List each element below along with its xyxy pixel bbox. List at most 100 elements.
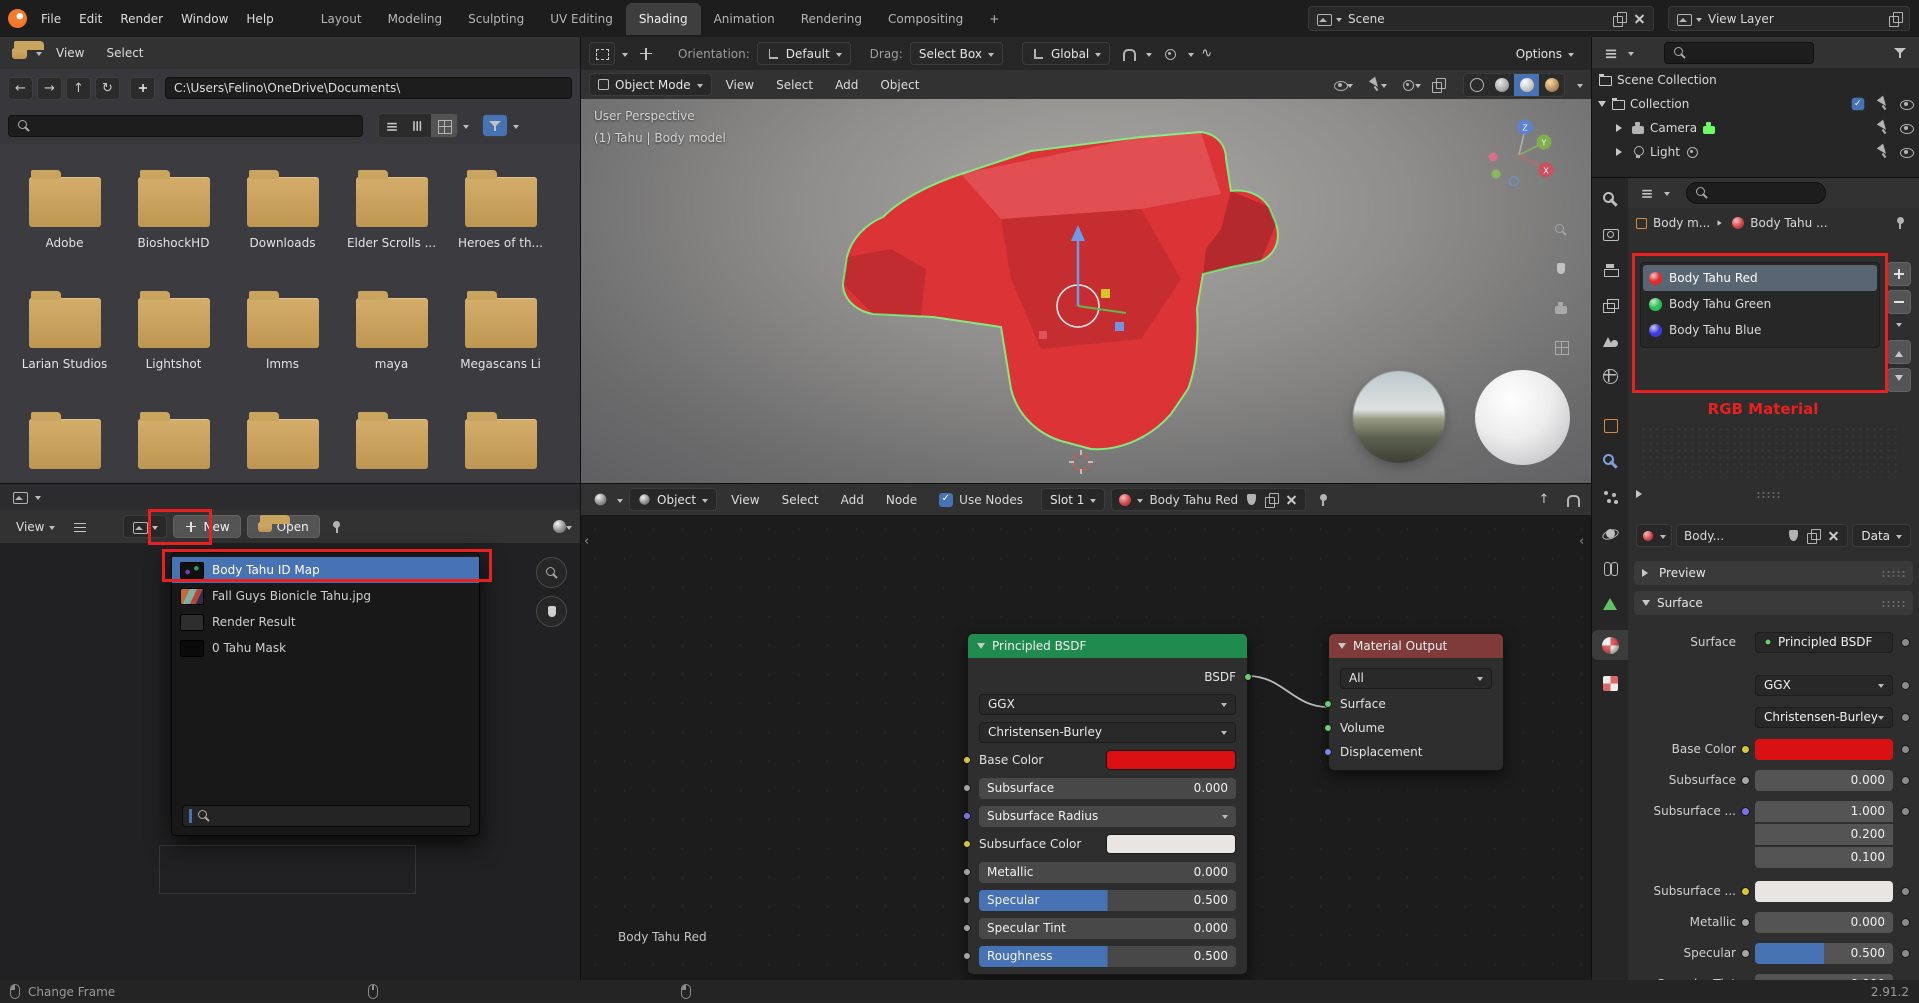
hide-toggle-icon[interactable]	[1899, 145, 1914, 159]
material-datablock-field[interactable]: Body Tahu Red	[1111, 488, 1307, 511]
image-search-field[interactable]	[182, 805, 471, 827]
image-list-item[interactable]: 0 Tahu Mask	[172, 635, 479, 661]
shader-view-menu[interactable]: View	[723, 489, 767, 511]
selectable-toggle-icon[interactable]	[1875, 145, 1889, 159]
editor-type-image-icon[interactable]	[8, 486, 30, 508]
copy-material-icon[interactable]	[1806, 529, 1821, 544]
drag-grip[interactable]	[1881, 599, 1905, 607]
base-color-swatch[interactable]	[1106, 750, 1236, 770]
blender-logo-icon[interactable]	[8, 9, 27, 28]
tab-tool-properties[interactable]	[1592, 184, 1628, 214]
tab-modifier-properties[interactable]	[1592, 446, 1628, 476]
tab-output-properties[interactable]	[1592, 255, 1628, 285]
filter-settings-chevron[interactable]	[513, 124, 519, 132]
surface-panel-header[interactable]: Surface	[1634, 591, 1913, 615]
node-material-output[interactable]: Material Output All Surface Volume Displ…	[1324, 633, 1504, 771]
fake-user-shield-icon[interactable]	[1244, 493, 1258, 507]
specular-slider[interactable]: Specular 0.500	[979, 889, 1236, 911]
menu-render[interactable]: Render	[112, 8, 171, 30]
subsurface-radius-dropdown[interactable]: Subsurface Radius	[979, 805, 1236, 827]
open-image-button[interactable]: Open	[246, 514, 320, 538]
animate-decorator[interactable]	[1901, 886, 1910, 896]
folder-item[interactable]	[10, 412, 119, 483]
folder-item[interactable]: Adobe	[10, 170, 119, 298]
move-slot-down-button[interactable]	[1887, 368, 1911, 392]
roughness-socket[interactable]	[963, 952, 971, 960]
browse-image-button[interactable]	[123, 515, 168, 538]
snap-magnet-toggle[interactable]	[1117, 43, 1139, 65]
scene-selector[interactable]: Scene	[1308, 6, 1654, 31]
viewport-select-menu[interactable]: Select	[768, 74, 821, 96]
specular-tint-socket[interactable]	[963, 924, 971, 932]
folder-item[interactable]: lmms	[228, 291, 337, 419]
subsurface-method-dropdown[interactable]: Christensen-Burley	[1755, 706, 1893, 728]
tab-world-properties[interactable]	[1592, 361, 1628, 391]
copy-material-icon[interactable]	[1264, 493, 1279, 508]
specular-tint-slider[interactable]: Specular Tint 0.000	[979, 917, 1236, 939]
material-slot[interactable]: Body Tahu Green	[1643, 291, 1877, 317]
outliner-row-camera[interactable]: Camera	[1592, 116, 1919, 140]
metallic-slider[interactable]: 0.000	[1755, 911, 1893, 933]
outliner-search-field[interactable]	[1664, 41, 1814, 64]
editor-type-outliner-icon[interactable]	[1600, 42, 1622, 64]
collapse-node-icon[interactable]	[1338, 643, 1346, 653]
disclosure-triangle[interactable]	[1616, 148, 1626, 156]
add-material-slot-button[interactable]	[1887, 262, 1911, 286]
shader-type-dropdown[interactable]: Object	[629, 488, 718, 511]
menu-edit[interactable]: Edit	[71, 8, 110, 30]
animate-decorator[interactable]	[1901, 680, 1910, 690]
selectable-toggle-icon[interactable]	[1875, 121, 1889, 135]
active-tool-select-box-icon[interactable]	[589, 42, 615, 65]
breadcrumb-material[interactable]: Body Tahu ...	[1750, 216, 1827, 230]
distribution-dropdown[interactable]: GGX	[1755, 674, 1893, 696]
file-path-input[interactable]	[165, 77, 572, 99]
folder-item[interactable]	[228, 412, 337, 483]
unlink-material-icon[interactable]	[1284, 493, 1298, 507]
tab-compositing[interactable]: Compositing	[875, 3, 976, 35]
refresh-button[interactable]: ↻	[95, 76, 120, 100]
metallic-slider[interactable]: Metallic 0.000	[979, 861, 1236, 883]
subsurface-slider[interactable]: Subsurface 0.000	[979, 777, 1236, 799]
visibility-dropdown[interactable]	[1333, 78, 1353, 92]
view-layer-selector[interactable]: View Layer	[1668, 6, 1910, 31]
drag-mode-dropdown[interactable]: Select Box	[909, 42, 1003, 65]
hide-toggle-icon[interactable]	[1899, 121, 1914, 135]
shader-add-menu[interactable]: Add	[833, 489, 872, 511]
shading-solid-button[interactable]	[1489, 73, 1514, 96]
overlays-dropdown[interactable]	[1401, 78, 1421, 92]
falloff-curve-icon[interactable]: ∿	[1201, 47, 1212, 60]
file-browser-view-menu[interactable]: View	[48, 42, 92, 64]
animate-decorator[interactable]	[1901, 775, 1910, 785]
pin-icon[interactable]	[1889, 212, 1911, 234]
gizmos-dropdown[interactable]	[1367, 78, 1387, 92]
subsurface-method-dropdown[interactable]: Christensen-Burley	[979, 721, 1236, 743]
collection-exclude-checkbox[interactable]	[1851, 97, 1865, 111]
new-image-button[interactable]: New	[173, 515, 241, 538]
go-to-parent-node-icon[interactable]: ↑	[1533, 489, 1555, 511]
folder-item[interactable]	[446, 412, 555, 483]
subsurface-color-socket[interactable]	[963, 840, 971, 848]
tab-view-layer-properties[interactable]	[1592, 290, 1628, 320]
preview-panel-header[interactable]: Preview	[1634, 561, 1913, 585]
viewport-canvas[interactable]: Z Y X User Perspective (1) Tahu | Body m…	[581, 99, 1591, 483]
shading-settings-chevron[interactable]	[1577, 83, 1583, 91]
material-slot[interactable]: Body Tahu Blue	[1643, 317, 1877, 343]
tab-constraint-properties[interactable]	[1592, 553, 1628, 583]
editor-type-shader-icon[interactable]	[589, 489, 611, 511]
use-nodes-checkbox[interactable]	[939, 492, 954, 507]
data-link-dropdown[interactable]: Data	[1852, 524, 1911, 547]
transform-orientation-dropdown[interactable]: Default	[756, 42, 851, 65]
specular-slider[interactable]: 0.500	[1755, 942, 1893, 964]
folder-item[interactable]: Lightshot	[119, 291, 228, 419]
output-target-dropdown[interactable]: All	[1340, 667, 1492, 689]
shading-rendered-button[interactable]	[1539, 73, 1564, 96]
distribution-dropdown[interactable]: GGX	[979, 693, 1236, 715]
tab-particle-properties[interactable]	[1592, 482, 1628, 512]
tab-animation[interactable]: Animation	[701, 3, 788, 35]
tab-material-properties[interactable]	[1592, 630, 1628, 660]
node-principled-bsdf[interactable]: Principled BSDF BSDF GGX Christensen-Bur…	[963, 633, 1252, 975]
material-name-field[interactable]: Body...	[1676, 524, 1849, 547]
material-slot-selected[interactable]: Body Tahu Red	[1643, 265, 1877, 291]
animate-decorator[interactable]	[1901, 637, 1910, 647]
viewport-view-menu[interactable]: View	[718, 74, 762, 96]
